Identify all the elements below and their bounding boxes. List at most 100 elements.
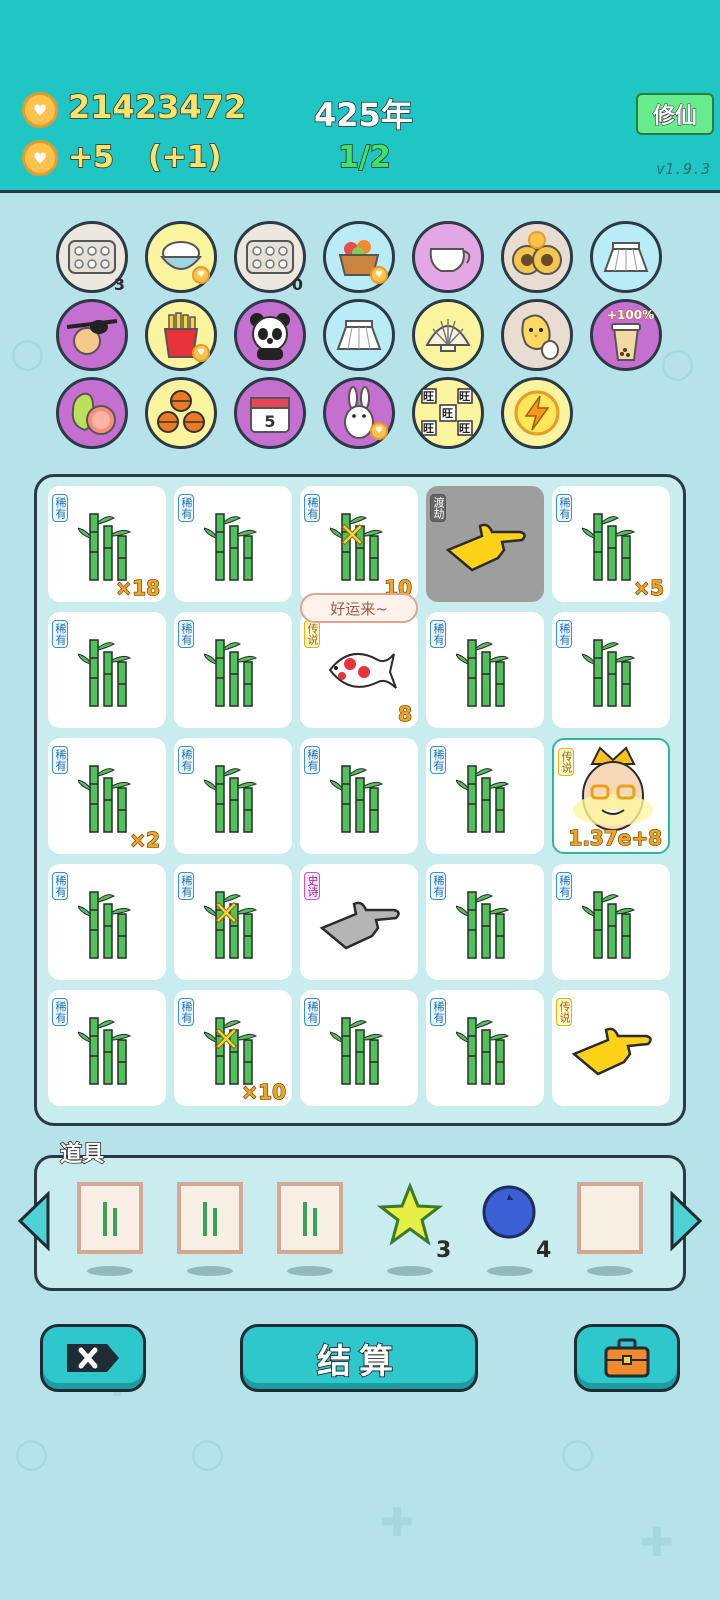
tool-count: 4	[536, 1238, 552, 1263]
board-cell[interactable]: 稀有	[48, 864, 166, 980]
board-cell[interactable]: 稀有	[174, 612, 292, 728]
tool-bamboo-frame[interactable]	[277, 1182, 343, 1254]
svg-text:旺: 旺	[423, 390, 434, 403]
heart-badge-icon: ♥	[192, 344, 210, 362]
board-cell[interactable]: 稀有	[426, 738, 544, 854]
rarity-tag: 稀有	[52, 998, 68, 1026]
background-decoration: ✚	[640, 1520, 674, 1566]
svg-text:旺: 旺	[423, 422, 434, 435]
board-cell[interactable]: 稀有	[552, 612, 670, 728]
rarity-tag: 稀有	[52, 620, 68, 648]
rarity-tag: 史诗	[304, 872, 320, 900]
heart-badge-icon: ♥	[370, 266, 388, 284]
fruit-basket-icon[interactable]: ♥	[323, 221, 395, 293]
bamboo-icon	[455, 886, 516, 962]
board-cell[interactable]: 稀有	[300, 738, 418, 854]
pointing-hand-icon	[568, 1014, 658, 1088]
tool-empty-frame[interactable]	[577, 1182, 643, 1254]
board-cell[interactable]: 传说	[552, 990, 670, 1106]
board-cell[interactable]: 史诗	[300, 864, 418, 980]
skirt-icon[interactable]	[590, 221, 662, 293]
item-count: 0	[291, 275, 303, 294]
bonus-tag: +100%	[607, 308, 655, 323]
tool-bamboo-frame[interactable]	[77, 1182, 143, 1254]
star-icon	[376, 1181, 444, 1246]
rarity-tag: 稀有	[430, 872, 446, 900]
coin-income-bonus: (+1)	[147, 139, 222, 176]
board-cell[interactable]: 稀有 ×18	[48, 486, 166, 602]
background-decoration: ✚	[380, 1500, 414, 1546]
bamboo-frame-icon	[77, 1182, 143, 1254]
blueberry-icon	[482, 1185, 536, 1239]
egg-tray-icon[interactable]: 3	[56, 221, 128, 294]
rarity-tag: 稀有	[178, 998, 194, 1026]
heart-badge-icon: ♥	[192, 266, 210, 284]
rabbit-icon[interactable]: ♥	[323, 377, 395, 449]
calendar-icon[interactable]: 5	[234, 377, 306, 449]
briefcase-button[interactable]	[574, 1324, 680, 1392]
board-cell[interactable]: 渡劫	[426, 486, 544, 602]
board-cell[interactable]: 稀有	[174, 486, 292, 602]
owl-icon[interactable]	[501, 221, 573, 293]
fries-icon[interactable]: ♥	[145, 299, 217, 371]
board-cell[interactable]: ✕ 稀有 10	[300, 486, 418, 602]
tool-star[interactable]	[376, 1181, 444, 1254]
bamboo-icon	[203, 760, 264, 836]
scroll-right-arrow-icon[interactable]	[666, 1190, 706, 1252]
eyepatch-icon[interactable]	[56, 299, 128, 371]
cell-count: ×2	[129, 827, 161, 852]
board-cell[interactable]: 稀有 ×2	[48, 738, 166, 854]
tool-shadow	[287, 1266, 333, 1276]
board-cell[interactable]: 稀有	[426, 990, 544, 1106]
background-decoration: ○	[14, 1430, 49, 1476]
svg-text:旺: 旺	[442, 407, 453, 420]
scroll-left-arrow-icon[interactable]	[14, 1190, 54, 1252]
bubble-tea-icon[interactable]: +100%	[590, 299, 662, 371]
bamboo-frame-icon	[277, 1182, 343, 1254]
bamboo-icon	[203, 634, 264, 710]
grapefruit-icon[interactable]	[56, 377, 128, 449]
bamboo-icon	[329, 1012, 390, 1088]
rarity-tag: 稀有	[556, 872, 572, 900]
bamboo-icon	[455, 1012, 516, 1088]
board-cell[interactable]: 稀有 ×5	[552, 486, 670, 602]
tool-shadow	[587, 1266, 633, 1276]
heart-badge-icon: ♥	[370, 422, 388, 440]
board-cell[interactable]: ✕ 稀有 ×10	[174, 990, 292, 1106]
bamboo-icon	[581, 886, 642, 962]
board-cell[interactable]: ✕ 稀有	[174, 864, 292, 980]
rarity-tag: 稀有	[556, 494, 572, 522]
skirt-icon[interactable]	[323, 299, 395, 371]
coin-income: +5	[67, 139, 115, 176]
rice-bowl-icon[interactable]: ♥	[145, 221, 217, 293]
lightning-icon[interactable]	[501, 377, 573, 449]
board-cell[interactable]: 稀有	[426, 864, 544, 980]
board-cell[interactable]: 稀有	[426, 612, 544, 728]
settle-button[interactable]: 结算	[240, 1324, 478, 1392]
cancel-button[interactable]	[40, 1324, 146, 1392]
board-cell[interactable]: 传说 8	[300, 612, 418, 728]
rarity-tag: 传说	[558, 748, 574, 776]
shell-icon[interactable]	[412, 299, 484, 371]
board-cell[interactable]: 稀有	[552, 864, 670, 980]
bamboo-icon	[455, 634, 516, 710]
egg-tray-icon[interactable]: 0	[234, 221, 306, 294]
background-decoration: ○	[560, 1430, 595, 1476]
tool-bamboo-frame[interactable]	[177, 1182, 243, 1254]
board-cell[interactable]: 稀有	[174, 738, 292, 854]
board-cell[interactable]: 稀有	[300, 990, 418, 1106]
rarity-tag: 稀有	[52, 872, 68, 900]
koi-fish-icon	[320, 640, 400, 704]
basketballs-icon[interactable]	[145, 377, 217, 449]
board-cell[interactable]: 稀有	[48, 990, 166, 1106]
tool-count: 3	[436, 1238, 452, 1263]
xiuxian-button[interactable]: 修仙	[636, 93, 714, 135]
board-cell[interactable]: 稀有	[48, 612, 166, 728]
wang-tiles-icon[interactable]: 旺旺旺旺旺	[412, 377, 484, 449]
chick-egg-icon[interactable]	[501, 299, 573, 371]
tool-blueberry[interactable]	[477, 1182, 543, 1254]
milk-jug-icon[interactable]	[412, 221, 484, 293]
board-cell[interactable]: 传说 1.37e+8	[552, 738, 670, 854]
round-progress: 1/2	[337, 139, 391, 176]
panda-icon[interactable]	[234, 299, 306, 371]
